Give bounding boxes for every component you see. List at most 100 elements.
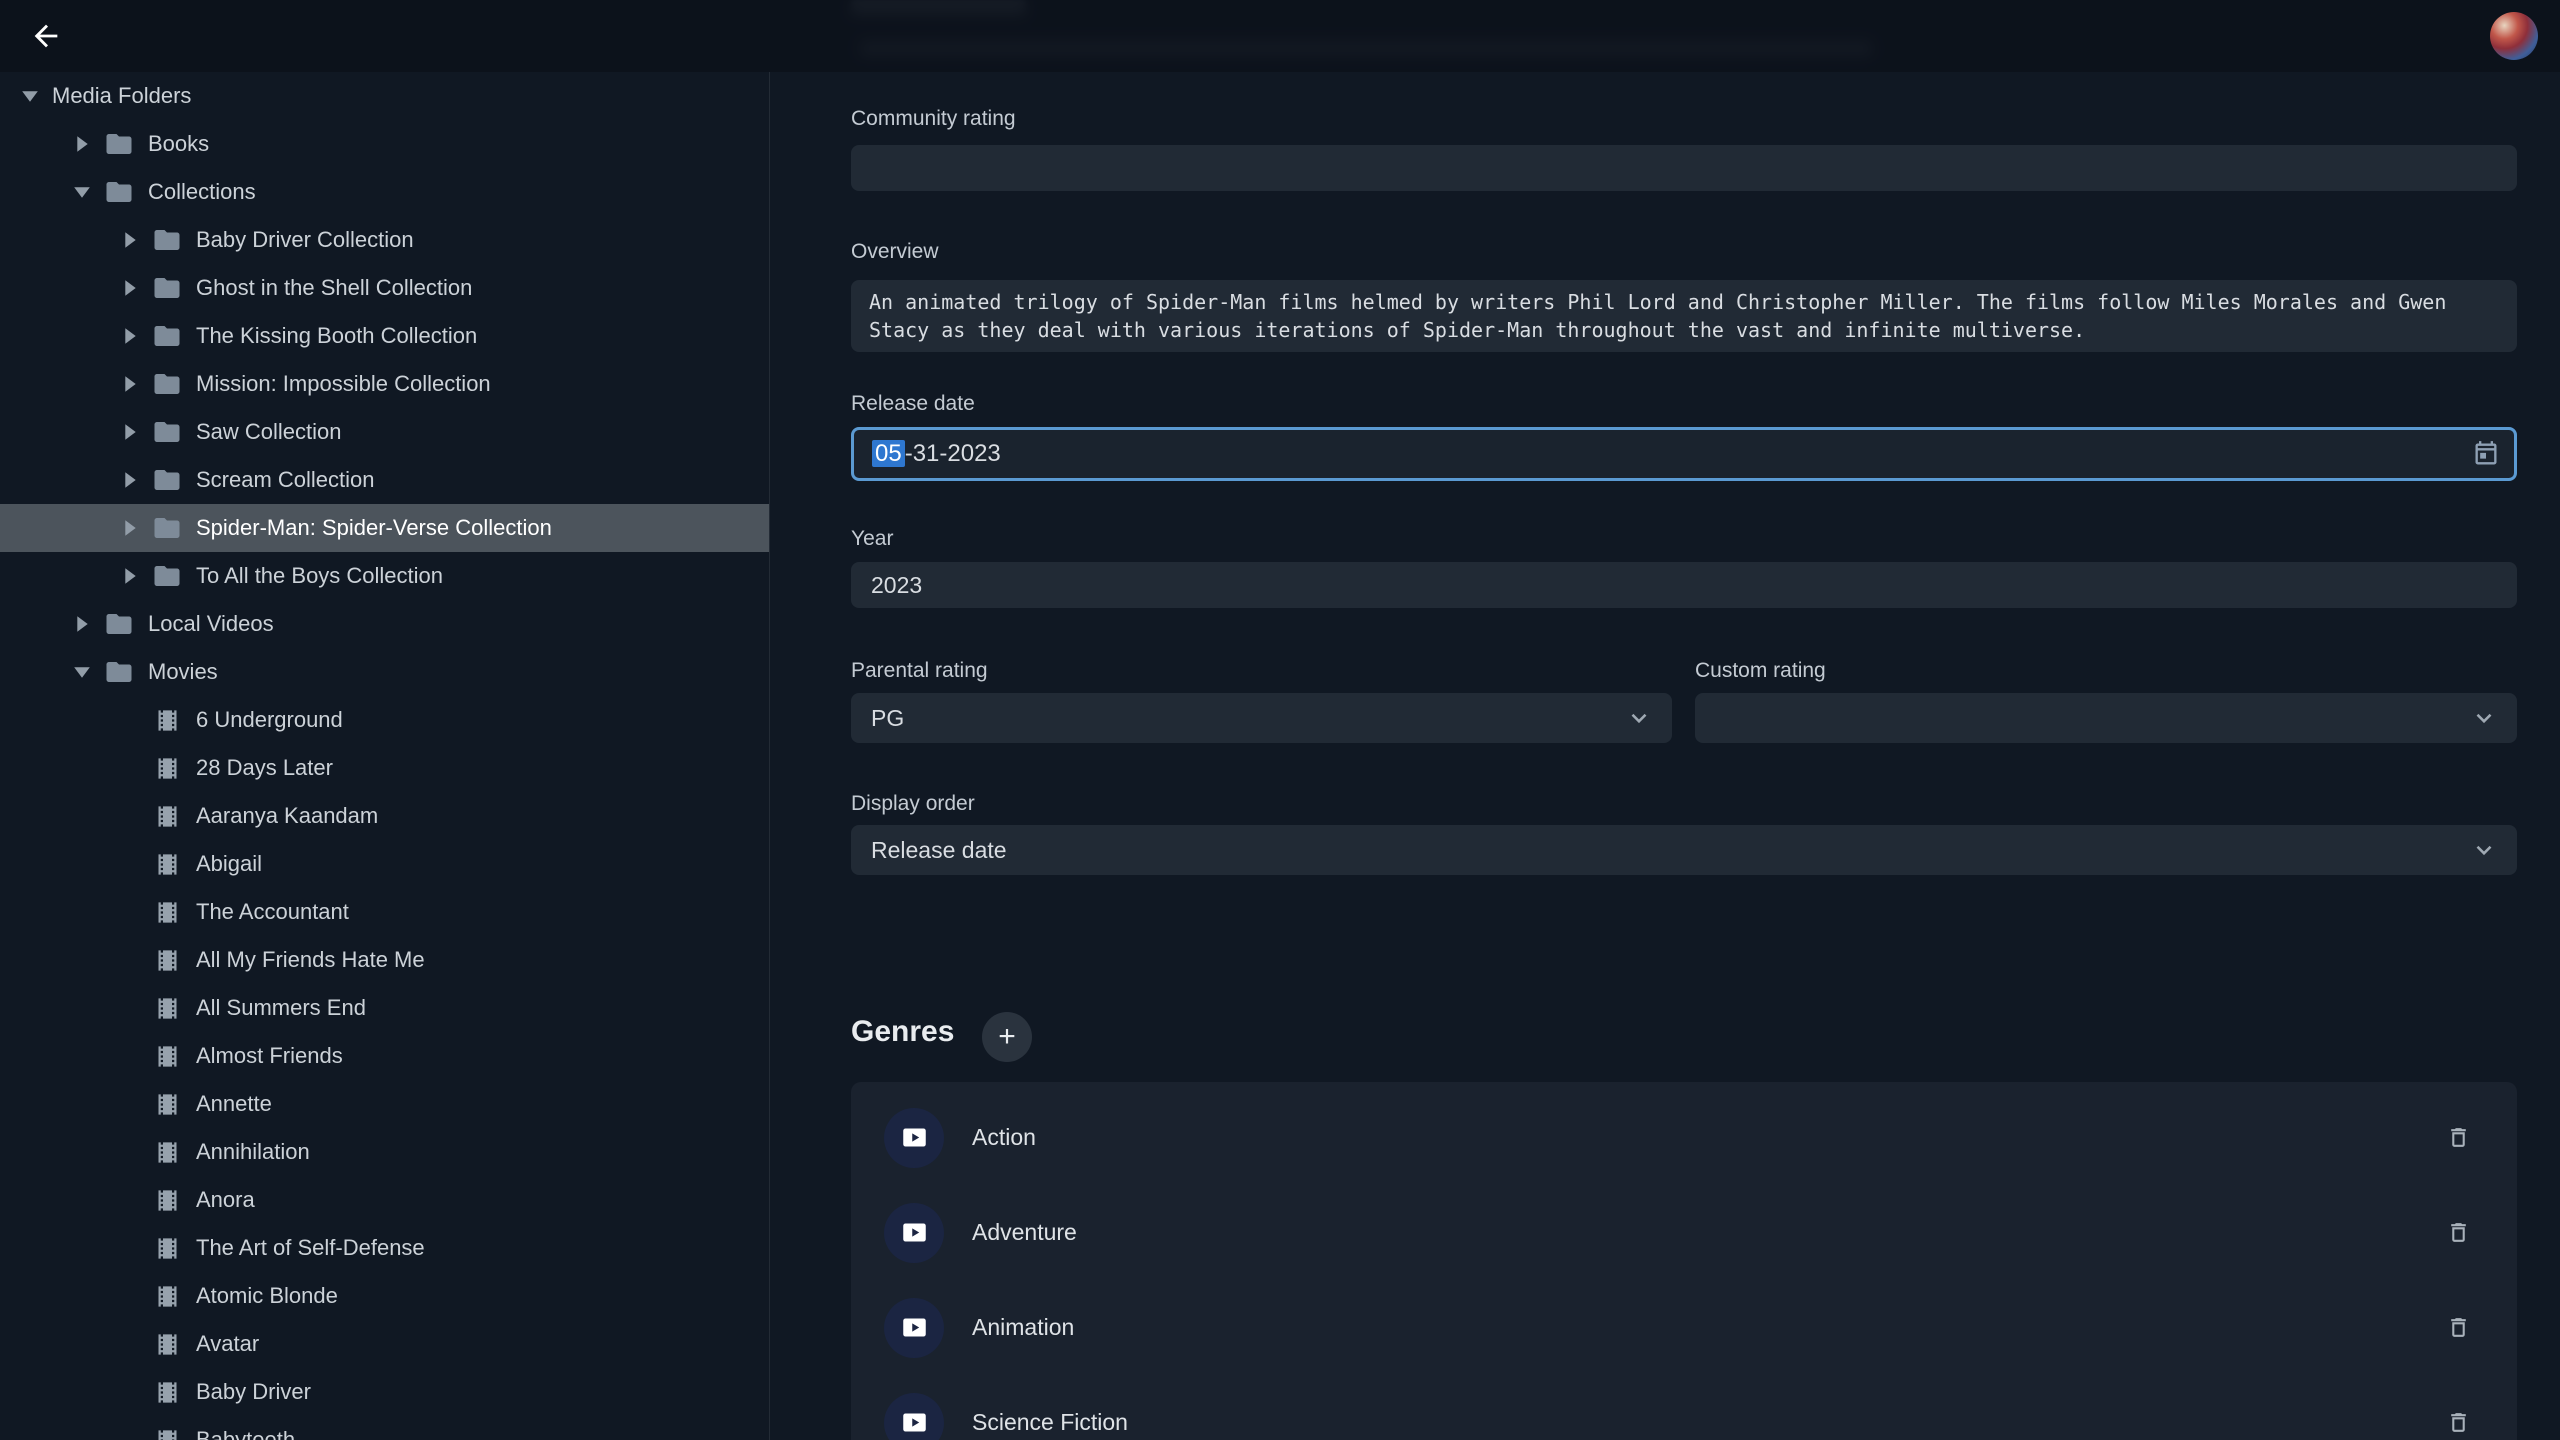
tree-item[interactable]: Aaranya Kaandam (0, 792, 769, 840)
movie-icon (152, 753, 182, 783)
caret-icon (118, 1092, 142, 1116)
tree-item[interactable]: Annette (0, 1080, 769, 1128)
caret-icon (118, 900, 142, 924)
tree-item[interactable]: Ghost in the Shell Collection (0, 264, 769, 312)
caret-down-icon[interactable] (70, 660, 94, 684)
trash-icon (2446, 1125, 2471, 1150)
tree-item[interactable]: All Summers End (0, 984, 769, 1032)
caret-icon (118, 756, 142, 780)
tree-item-label: All My Friends Hate Me (196, 947, 425, 973)
genre-label: Action (972, 1124, 2442, 1151)
tree-item[interactable]: Collections (0, 168, 769, 216)
movie-icon (152, 1041, 182, 1071)
tree-item[interactable]: Baby Driver Collection (0, 216, 769, 264)
tree-item[interactable]: Mission: Impossible Collection (0, 360, 769, 408)
tree-item[interactable]: Atomic Blonde (0, 1272, 769, 1320)
caret-right-icon[interactable] (70, 612, 94, 636)
genres-heading: Genres (851, 1015, 954, 1049)
genre-row[interactable]: Action (851, 1090, 2517, 1185)
tree-item[interactable]: Local Videos (0, 600, 769, 648)
tree-item[interactable]: The Accountant (0, 888, 769, 936)
parental-rating-value: PG (871, 705, 904, 732)
genre-row[interactable]: Animation (851, 1280, 2517, 1375)
tree-item[interactable]: Books (0, 120, 769, 168)
caret-right-icon[interactable] (70, 132, 94, 156)
tree-item[interactable]: Scream Collection (0, 456, 769, 504)
delete-genre-button[interactable] (2442, 1216, 2475, 1249)
tree-item[interactable]: Media Folders (0, 72, 769, 120)
add-genre-button[interactable]: + (982, 1012, 1032, 1062)
tree-item[interactable]: Movies (0, 648, 769, 696)
caret-icon (118, 1332, 142, 1356)
caret-right-icon[interactable] (118, 516, 142, 540)
tree-item-label: Saw Collection (196, 419, 342, 445)
movie-icon (152, 1281, 182, 1311)
caret-right-icon[interactable] (118, 564, 142, 588)
caret-right-icon[interactable] (118, 324, 142, 348)
tree-item-label: Scream Collection (196, 467, 375, 493)
tree-item[interactable]: Almost Friends (0, 1032, 769, 1080)
tree-item[interactable]: Spider-Man: Spider-Verse Collection (0, 504, 769, 552)
custom-rating-select[interactable] (1695, 693, 2517, 743)
tree-item[interactable]: Babyteeth (0, 1416, 769, 1440)
tree-item-label: Babyteeth (196, 1427, 295, 1440)
delete-genre-button[interactable] (2442, 1121, 2475, 1154)
tree-item[interactable]: Abigail (0, 840, 769, 888)
tree-item-label: Spider-Man: Spider-Verse Collection (196, 515, 552, 541)
calendar-icon[interactable] (2472, 440, 2500, 468)
movie-icon (152, 705, 182, 735)
caret-right-icon[interactable] (118, 276, 142, 300)
caret-right-icon[interactable] (118, 372, 142, 396)
folder-icon (152, 465, 182, 495)
display-order-select[interactable]: Release date (851, 825, 2517, 875)
tree-item[interactable]: Anora (0, 1176, 769, 1224)
year-input[interactable] (851, 562, 2517, 608)
release-date-input[interactable]: 05-31-2023 (851, 427, 2517, 481)
genre-label: Adventure (972, 1219, 2442, 1246)
chevron-down-icon (1626, 705, 1652, 731)
tree-item-label: The Kissing Booth Collection (196, 323, 477, 349)
caret-right-icon[interactable] (118, 228, 142, 252)
tree-item[interactable]: Baby Driver (0, 1368, 769, 1416)
tree-item[interactable]: Saw Collection (0, 408, 769, 456)
trash-icon (2446, 1220, 2471, 1245)
folder-icon (152, 369, 182, 399)
delete-genre-button[interactable] (2442, 1311, 2475, 1344)
caret-right-icon[interactable] (118, 468, 142, 492)
folder-icon (152, 417, 182, 447)
tree-item-label: Annette (196, 1091, 272, 1117)
tree-item[interactable]: The Kissing Booth Collection (0, 312, 769, 360)
caret-icon (118, 996, 142, 1020)
tree-item[interactable]: To All the Boys Collection (0, 552, 769, 600)
tree-item-label: All Summers End (196, 995, 366, 1021)
genre-avatar (884, 1203, 944, 1263)
trash-icon (2446, 1410, 2471, 1435)
tree-item[interactable]: The Art of Self-Defense (0, 1224, 769, 1272)
genres-list: Action Adventure Animation (851, 1082, 2517, 1440)
tree-item[interactable]: All My Friends Hate Me (0, 936, 769, 984)
genre-row[interactable]: Science Fiction (851, 1375, 2517, 1440)
movie-icon (152, 897, 182, 927)
caret-down-icon[interactable] (18, 84, 42, 108)
community-rating-input[interactable] (851, 145, 2517, 191)
tree-item-label: Mission: Impossible Collection (196, 371, 491, 397)
caret-right-icon[interactable] (118, 420, 142, 444)
tree-item[interactable]: Avatar (0, 1320, 769, 1368)
caret-down-icon[interactable] (70, 180, 94, 204)
tree-item[interactable]: 28 Days Later (0, 744, 769, 792)
tree-item-label: Movies (148, 659, 218, 685)
back-button[interactable] (22, 12, 70, 60)
genre-row[interactable]: Adventure (851, 1185, 2517, 1280)
back-arrow-icon (29, 19, 63, 53)
delete-genre-button[interactable] (2442, 1406, 2475, 1439)
caret-icon (118, 852, 142, 876)
tree-item-label: Books (148, 131, 209, 157)
parental-rating-select[interactable]: PG (851, 693, 1672, 743)
genre-avatar (884, 1298, 944, 1358)
tree-item[interactable]: Annihilation (0, 1128, 769, 1176)
folder-icon (152, 273, 182, 303)
user-avatar[interactable] (2490, 12, 2538, 60)
tree-item[interactable]: 6 Underground (0, 696, 769, 744)
caret-icon (118, 1188, 142, 1212)
overview-textarea[interactable]: An animated trilogy of Spider-Man films … (851, 280, 2517, 352)
